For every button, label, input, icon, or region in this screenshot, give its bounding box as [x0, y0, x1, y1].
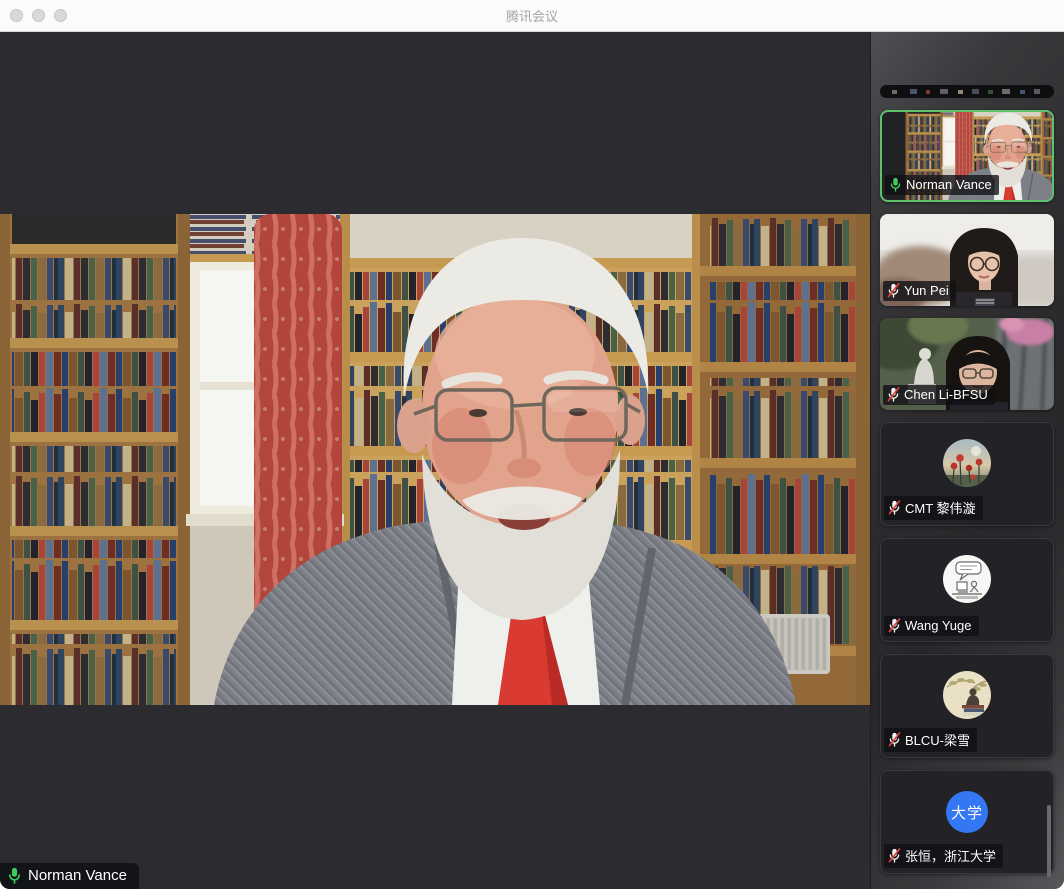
traffic-lights: [10, 9, 67, 22]
speaker-video-frame: [0, 214, 870, 705]
participant-tile-chen-li[interactable]: Chen Li-BFSU: [880, 318, 1054, 410]
participant-name: CMT 黎伟漩: [905, 498, 976, 517]
window-title: 腾讯会议: [0, 6, 1064, 25]
participant-tile-cmt[interactable]: CMT 黎伟漩: [880, 422, 1054, 526]
participant-name: 张恒，浙江大学: [905, 846, 996, 865]
mic-muted-icon: [888, 500, 901, 515]
mic-muted-icon: [887, 283, 900, 298]
minimize-button[interactable]: [32, 9, 45, 22]
mic-muted-icon: [888, 732, 901, 747]
participant-label: Yun Pei: [883, 281, 956, 301]
participant-tile-zhangheng[interactable]: 大学 张恒，浙江大学: [880, 770, 1054, 874]
zoom-button[interactable]: [54, 9, 67, 22]
participant-label: CMT 黎伟漩: [884, 496, 983, 520]
sidebar-scrollbar[interactable]: [1047, 805, 1051, 877]
content: Norman Vance: [0, 32, 1064, 889]
active-speaker-name: Norman Vance: [28, 867, 127, 884]
active-speaker-nametag: Norman Vance: [0, 863, 139, 889]
mic-muted-icon: [887, 387, 900, 402]
participant-name: Yun Pei: [904, 283, 949, 298]
participant-label: Wang Yuge: [884, 616, 979, 636]
participant-name: Wang Yuge: [905, 618, 972, 633]
participant-tile-wang-yuge[interactable]: Wang Yuge: [880, 538, 1054, 642]
participants-sidebar: Norman Vance: [870, 32, 1064, 889]
avatar-comic: [943, 555, 991, 603]
participant-tile-norman-vance[interactable]: Norman Vance: [880, 110, 1054, 202]
participant-tile-blcu[interactable]: BLCU-梁雪: [880, 654, 1054, 758]
meeting-window: 腾讯会议 Norman Vance: [0, 0, 1064, 889]
mic-on-icon: [7, 867, 22, 884]
partial-video-tile[interactable]: [880, 85, 1054, 98]
mic-muted-icon: [888, 848, 901, 863]
participant-name: BLCU-梁雪: [905, 730, 970, 749]
participant-name: Norman Vance: [906, 177, 992, 192]
main-video[interactable]: [0, 214, 870, 705]
titlebar: 腾讯会议: [0, 0, 1064, 32]
close-button[interactable]: [10, 9, 23, 22]
mic-muted-icon: [888, 618, 901, 633]
avatar-painting: [943, 671, 991, 719]
participant-name: Chen Li-BFSU: [904, 387, 988, 402]
partial-video-content: [880, 85, 1054, 98]
avatar-poppies: [943, 439, 991, 487]
participant-label: Chen Li-BFSU: [883, 385, 995, 405]
participant-tile-yun-pei[interactable]: Yun Pei: [880, 214, 1054, 306]
participant-label: 张恒，浙江大学: [884, 844, 1003, 868]
participant-label: Norman Vance: [885, 175, 999, 195]
avatar-initials: 大学: [946, 791, 988, 833]
mic-on-icon: [889, 177, 902, 192]
participant-label: BLCU-梁雪: [884, 728, 977, 752]
main-area: Norman Vance: [0, 32, 870, 889]
